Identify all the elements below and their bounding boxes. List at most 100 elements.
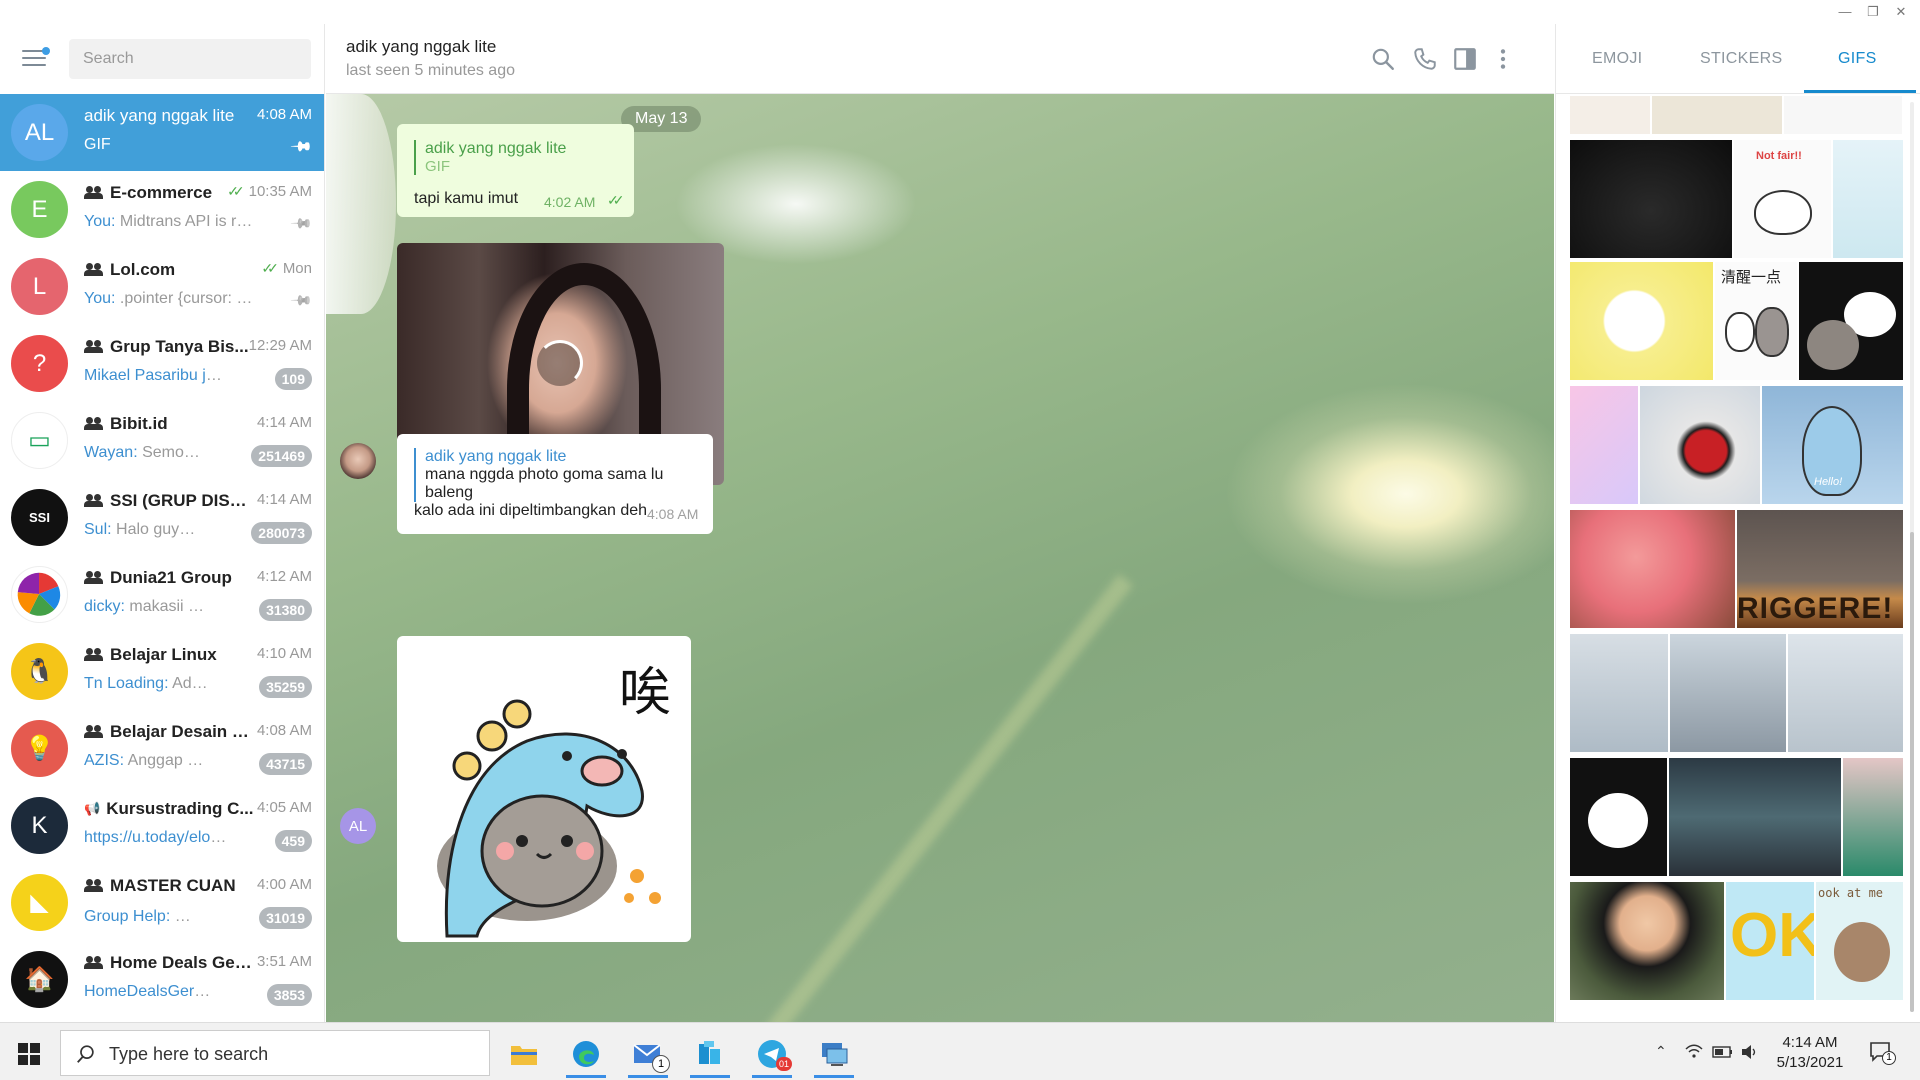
gif-item[interactable]: Not fair!! (1734, 140, 1831, 258)
gif-item[interactable] (1784, 96, 1902, 134)
gif-item[interactable] (1570, 634, 1668, 752)
reply-quote[interactable]: adik yang nggak lite mana nggda photo go… (414, 448, 713, 502)
chat-list-item[interactable]: Dunia21 Group 4:12 AM dicky: makasii mimie… (0, 556, 324, 633)
tab-gifs[interactable]: GIFS (1838, 50, 1877, 68)
chat-time: 4:08 AM (257, 106, 312, 123)
gif-item[interactable] (1570, 96, 1650, 134)
reply-quote[interactable]: adik yang nggak lite GIF (414, 140, 566, 175)
gif-item[interactable] (1788, 634, 1903, 752)
chat-list-item[interactable]: 🏠 Home Deals Ger...3:51 AM HomeDealsGerman… (0, 941, 324, 1018)
gif-item[interactable] (1670, 634, 1786, 752)
gif-item[interactable] (1570, 758, 1667, 876)
chat-time: 4:05 AM (257, 799, 312, 816)
chat-preview-text: Semoga dit... (142, 444, 200, 461)
chat-list-item[interactable]: AL adik yang nggak lite 4:08 AM GIF 📌 (0, 94, 324, 171)
group-icon (84, 879, 104, 893)
gif-item[interactable]: 清醒一点 (1715, 262, 1797, 380)
gif-text: 清醒一点 (1721, 268, 1782, 286)
notifications-icon[interactable]: 1 (1868, 1039, 1896, 1068)
gif-item[interactable] (1570, 510, 1735, 628)
sender-avatar[interactable]: AL (340, 808, 376, 844)
peer-name[interactable]: adik yang nggak lite (346, 37, 496, 57)
gif-item[interactable] (1570, 140, 1732, 258)
chat-preview-sender: Wayan: (84, 444, 138, 461)
chat-list-item[interactable]: E E-commerce ✓✓ 10:35 AM You: Midtrans API i… (0, 171, 324, 248)
mail-icon[interactable]: 1 (624, 1031, 672, 1078)
more-options-icon[interactable] (1490, 46, 1516, 72)
file-explorer-icon[interactable] (500, 1031, 548, 1077)
gif-item[interactable]: Hello! (1762, 386, 1903, 504)
sidebar-toggle-icon[interactable] (1452, 46, 1478, 72)
maximize-button[interactable]: ❐ (1858, 2, 1888, 22)
chat-list-item[interactable]: SSI SSI (GRUP DISK... 4:14 AM Sul: Halo guy… (0, 479, 324, 556)
chat-list-item[interactable]: 🐧 Belajar Linux 4:10 AM Tn Loading: Ada yg … (0, 633, 324, 710)
outgoing-message[interactable]: adik yang nggak lite GIF tapi kamu imut … (397, 124, 634, 217)
reply-preview: mana nggda photo goma sama lu baleng (425, 466, 664, 501)
gif-item[interactable]: ook at me (1816, 882, 1903, 1000)
wifi-icon[interactable] (1684, 1043, 1704, 1061)
tab-emoji[interactable]: EMOJI (1592, 50, 1642, 68)
search-icon (77, 1045, 94, 1063)
gif-item[interactable] (1570, 262, 1713, 380)
chat-name-text: adik yang nggak lite (84, 106, 235, 125)
gif-item[interactable]: OK (1726, 882, 1814, 1000)
phone-icon[interactable] (1412, 46, 1438, 72)
search-icon[interactable] (1370, 46, 1396, 72)
gif-item[interactable] (1570, 882, 1724, 1000)
chat-list-item[interactable]: ◣ MASTER CUAN 4:00 AM Group Help: 👑JOIN... 3… (0, 864, 324, 941)
chat-preview-text: 👑JOIN... (174, 908, 209, 925)
close-button[interactable]: ✕ (1886, 2, 1916, 22)
chat-list-item[interactable]: ? Grup Tanya Bis... 12:29 AM Mikael Pasarib… (0, 325, 324, 402)
chat-avatar: AL (11, 104, 68, 161)
search-input[interactable] (69, 39, 311, 79)
gif-item[interactable] (1799, 262, 1903, 380)
tray-expand-icon[interactable]: ⌃ (1655, 1043, 1667, 1060)
office-app-icon[interactable] (686, 1031, 734, 1078)
chat-time: ✓✓ 10:35 AM (227, 183, 312, 200)
chat-list-item[interactable]: 💡 Belajar Desain G... 4:08 AM AZIS: Anggap … (0, 710, 324, 787)
unread-badge: 31019 (259, 907, 312, 929)
chat-preview: You: Midtrans API is retu... (84, 213, 254, 231)
taskbar-search[interactable]: Type here to search (60, 1030, 490, 1076)
message-area[interactable]: May 13 adik yang nggak lite GIF tapi kam… (326, 94, 1554, 1022)
gif-item[interactable]: RIGGERE! (1737, 510, 1903, 628)
edge-browser-icon[interactable] (562, 1031, 610, 1078)
system-clock[interactable]: 4:14 AM 5/13/2021 (1750, 1033, 1870, 1073)
chat-list-item[interactable]: K 📢 Kursustrading C... 4:05 AM https://u.tod… (0, 787, 324, 864)
sticker-message[interactable]: 唉 (397, 636, 691, 942)
unread-badge: 109 (274, 368, 312, 390)
chat-preview-text: Anggap aja say... (127, 752, 209, 769)
gif-item[interactable] (1843, 758, 1903, 876)
gif-item[interactable] (1833, 140, 1903, 258)
sender-avatar[interactable] (340, 443, 376, 479)
chat-header: adik yang nggak lite last seen 5 minutes… (326, 24, 1554, 94)
title-bar: — ❐ ✕ (0, 0, 1920, 24)
tab-stickers[interactable]: STICKERS (1700, 50, 1782, 68)
chat-time-text: 4:05 AM (256, 799, 312, 816)
chat-time: 3:51 AM (257, 953, 312, 970)
chat-name: Grup Tanya Bis... (84, 337, 254, 357)
chat-preview-text: makasii mimie... (129, 598, 209, 615)
group-icon (84, 186, 104, 200)
scrollbar-thumb[interactable] (1910, 532, 1914, 1012)
gif-item[interactable] (1640, 386, 1760, 504)
minimize-button[interactable]: — (1830, 2, 1860, 22)
gif-text: Not fair!! (1756, 150, 1802, 162)
remote-desktop-icon[interactable] (810, 1031, 858, 1078)
chat-time: 4:14 AM (257, 491, 312, 508)
gif-item[interactable] (1669, 758, 1841, 876)
battery-icon[interactable] (1712, 1045, 1734, 1059)
telegram-icon[interactable]: 01 (748, 1031, 796, 1078)
chat-list-item[interactable]: L Lol.com ✓✓ Mon You: .pointer {cursor: po..… (0, 248, 324, 325)
chat-preview: You: .pointer {cursor: po... (84, 290, 254, 308)
hamburger-menu-icon[interactable] (22, 47, 50, 68)
gif-item[interactable] (1570, 386, 1638, 504)
chat-time: 4:12 AM (257, 568, 312, 585)
chat-list-item[interactable]: ▭ Bibit.id 4:14 AM Wayan: Semoga dit... 2514… (0, 402, 324, 479)
chat-name: adik yang nggak lite (84, 106, 254, 126)
group-icon (84, 571, 104, 585)
windows-start-icon[interactable] (18, 1043, 40, 1065)
gif-item[interactable] (1652, 96, 1782, 134)
chat-list: AL adik yang nggak lite 4:08 AM GIF 📌 E E-comm… (0, 94, 324, 1018)
incoming-message[interactable]: adik yang nggak lite mana nggda photo go… (397, 434, 713, 534)
